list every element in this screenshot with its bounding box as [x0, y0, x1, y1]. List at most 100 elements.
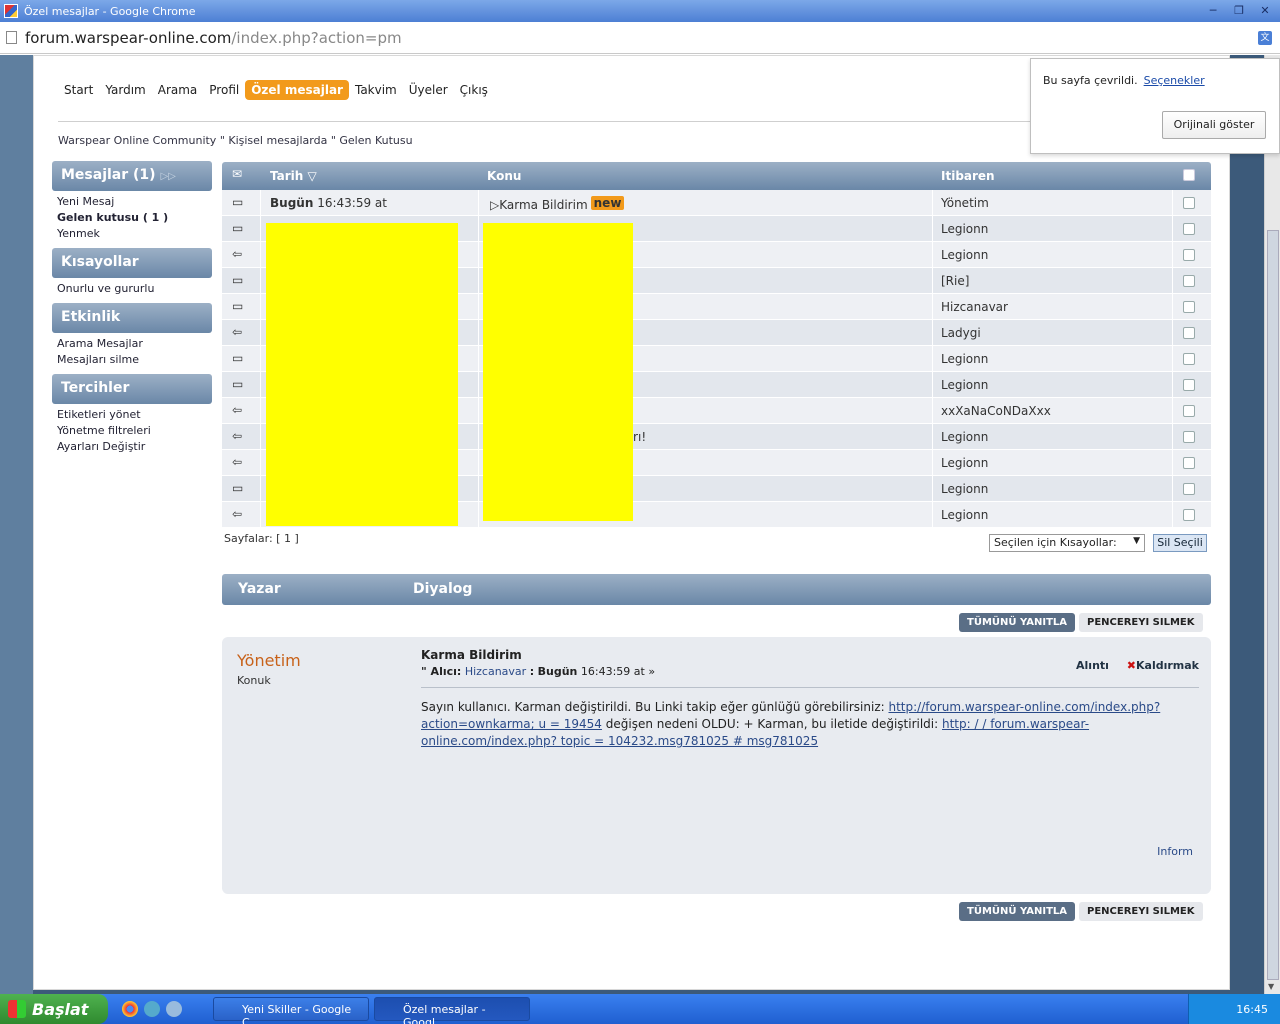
delete-selected-button[interactable]: Sil Seçili — [1153, 534, 1207, 552]
menu-profile[interactable]: Profil — [203, 80, 245, 100]
row-checkbox[interactable] — [1183, 431, 1195, 443]
row-from[interactable]: Legionn — [941, 508, 988, 522]
row-subject[interactable]: ▷Karma Bildirim new — [490, 196, 625, 212]
show-original-button[interactable]: Orijinali göster — [1162, 111, 1266, 139]
column-date[interactable]: Tarih ▽ — [270, 169, 317, 183]
remove-icon[interactable]: ✖ — [1127, 659, 1136, 672]
pagination[interactable]: Sayfalar: [ 1 ] — [224, 532, 299, 545]
row-checkbox[interactable] — [1183, 353, 1195, 365]
close-button[interactable]: ✕ — [1254, 2, 1276, 18]
message-status-icon[interactable]: ✉ — [232, 167, 242, 181]
row-from[interactable]: Legionn — [941, 352, 988, 366]
sidebar-item-search-messages[interactable]: Arama Mesajlar — [57, 336, 212, 352]
reply-all-button-bottom[interactable]: TÜMÜNÜ YANITLA — [959, 902, 1076, 921]
post-text: değişen nedeni OLDU: + Karman, bu iletid… — [601, 717, 942, 731]
url-text[interactable]: forum.warspear-online.com/index.php?acti… — [25, 29, 402, 47]
scrollbar-thumb[interactable] — [1267, 230, 1279, 980]
collapse-icon[interactable]: ▷▷ — [160, 171, 175, 182]
maximize-button[interactable]: ❐ — [1228, 2, 1250, 18]
scroll-down-icon[interactable]: ▼ — [1268, 982, 1274, 991]
remove-button[interactable]: Kaldırmak — [1136, 659, 1199, 672]
row-checkbox[interactable] — [1183, 301, 1195, 313]
column-subject[interactable]: Konu — [487, 169, 521, 183]
menu-members[interactable]: Üyeler — [403, 80, 454, 100]
row-checkbox[interactable] — [1183, 405, 1195, 417]
menu-logout[interactable]: Çıkış — [454, 80, 494, 100]
media-icon[interactable] — [166, 1001, 182, 1017]
translate-options-link[interactable]: Seçenekler — [1144, 74, 1205, 87]
address-bar[interactable]: forum.warspear-online.com/index.php?acti… — [0, 22, 1280, 54]
sidebar-header-activity[interactable]: Etkinlik — [52, 303, 212, 333]
row-subject-text[interactable]: Karma Bildirim — [499, 198, 587, 212]
start-button[interactable]: Başlat — [0, 994, 108, 1024]
app-icon — [4, 4, 18, 18]
main-menu: Start Yardım Arama Profil Özel mesajlar … — [58, 80, 494, 100]
translate-icon[interactable]: 文 — [1258, 31, 1272, 45]
sidebar-header-shortcuts[interactable]: Kısayollar — [52, 248, 212, 278]
recipient-link[interactable]: Hizcanavar — [465, 665, 526, 678]
menu-help[interactable]: Yardım — [99, 80, 151, 100]
quick-action-select[interactable]: Seçilen için Kısayollar: ▼ — [989, 534, 1145, 552]
row-checkbox[interactable] — [1183, 327, 1195, 339]
sidebar-header-messages[interactable]: Mesajlar (1) ▷▷ — [52, 161, 212, 191]
row-checkbox[interactable] — [1183, 223, 1195, 235]
row-checkbox[interactable] — [1183, 379, 1195, 391]
row-checkbox[interactable] — [1183, 457, 1195, 469]
row-from[interactable]: Legionn — [941, 430, 988, 444]
row-from[interactable]: Yönetim — [941, 196, 989, 210]
post-author[interactable]: Yönetim — [237, 651, 301, 670]
row-from[interactable]: Hizcanavar — [941, 300, 1008, 314]
sidebar-item-settings[interactable]: Ayarları Değiştir — [57, 439, 212, 455]
row-from[interactable]: xxXaNaCoNDaXxx — [941, 404, 1051, 418]
clock[interactable]: 16:45 — [1236, 1003, 1268, 1016]
sidebar-item-sent[interactable]: Yenmek — [57, 226, 212, 242]
meta-separator: : — [529, 665, 535, 678]
sidebar-item-delete-messages[interactable]: Mesajları silme — [57, 352, 212, 368]
recipient-label: " Alıcı: — [421, 665, 462, 678]
sidebar-item-inbox[interactable]: Gelen kutusu ( 1 ) — [57, 210, 212, 226]
sidebar-header-preferences[interactable]: Tercihler — [52, 374, 212, 404]
delete-window-button-bottom[interactable]: PENCEREYI SILMEK — [1079, 902, 1203, 921]
ie-icon[interactable] — [144, 1001, 160, 1017]
menu-calendar[interactable]: Takvim — [349, 80, 403, 100]
divider — [421, 687, 1199, 688]
sidebar-item-new-message[interactable]: Yeni Mesaj — [57, 194, 212, 210]
minimize-button[interactable]: ─ — [1202, 2, 1224, 18]
menu-search[interactable]: Arama — [152, 80, 204, 100]
quote-button[interactable]: Alıntı — [1076, 659, 1109, 672]
delete-window-button[interactable]: PENCEREYI SILMEK — [1079, 613, 1203, 632]
row-from[interactable]: Legionn — [941, 222, 988, 236]
row-from[interactable]: Legionn — [941, 482, 988, 496]
row-checkbox[interactable] — [1183, 197, 1195, 209]
row-checkbox[interactable] — [1183, 509, 1195, 521]
row-checkbox[interactable] — [1183, 483, 1195, 495]
column-from[interactable]: Itibaren — [941, 169, 995, 183]
menu-start[interactable]: Start — [58, 80, 99, 100]
message-icon: ▭ — [232, 273, 244, 287]
sidebar-item-filters[interactable]: Yönetme filtreleri — [57, 423, 212, 439]
row-date-time: 16:43:59 at — [313, 196, 387, 210]
row-checkbox[interactable] — [1183, 249, 1195, 261]
chevron-down-icon: ▼ — [1133, 536, 1140, 546]
row-checkbox[interactable] — [1183, 275, 1195, 287]
row-from[interactable]: Legionn — [941, 456, 988, 470]
sidebar-header-label: Mesajlar (1) — [61, 167, 156, 183]
quick-launch — [122, 1001, 182, 1017]
row-from[interactable]: Legionn — [941, 378, 988, 392]
task-ozel-mesajlar[interactable]: Özel mesajlar - Googl... — [374, 997, 530, 1024]
table-row[interactable]: ▭ Bugün 16:43:59 at ▷Karma Bildirim new Yöne… — [222, 190, 1211, 216]
row-from[interactable]: Legionn — [941, 248, 988, 262]
scrollbar[interactable]: ▼ — [1264, 55, 1280, 994]
select-all-checkbox[interactable] — [1183, 169, 1195, 181]
row-from[interactable]: [Rie] — [941, 274, 969, 288]
row-from[interactable]: Ladygi — [941, 326, 981, 340]
chrome-icon[interactable] — [122, 1001, 138, 1017]
breadcrumb[interactable]: Warspear Online Community " Kişisel mesa… — [58, 134, 413, 147]
inform-link[interactable]: Inform — [1157, 845, 1193, 858]
task-yeni-skiller[interactable]: Yeni Skiller - Google C... — [213, 997, 369, 1024]
replied-message-icon: ⇦ — [232, 247, 243, 261]
sidebar-item-manage-labels[interactable]: Etiketleri yönet — [57, 407, 212, 423]
sidebar-item-honor[interactable]: Onurlu ve gururlu — [57, 281, 212, 297]
reply-all-button[interactable]: TÜMÜNÜ YANITLA — [959, 613, 1076, 632]
menu-private-messages[interactable]: Özel mesajlar — [245, 80, 349, 100]
